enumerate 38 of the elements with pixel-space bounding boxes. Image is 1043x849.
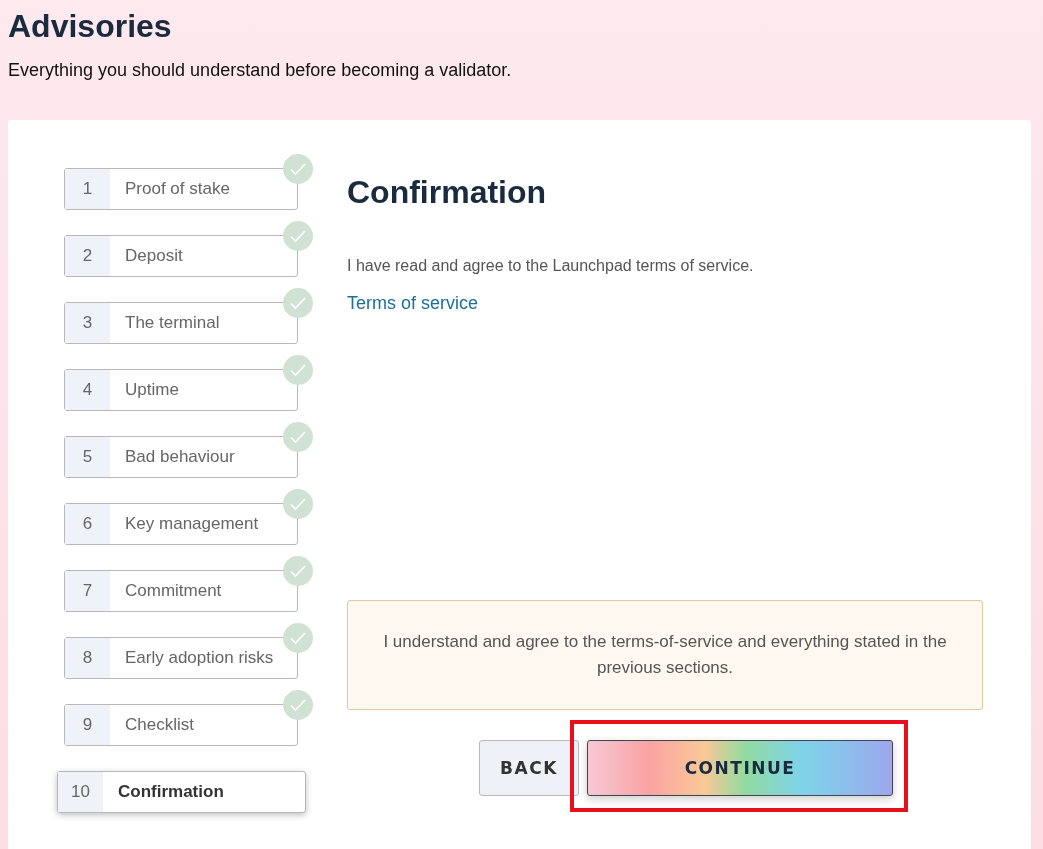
step-label: Uptime	[124, 380, 179, 400]
step-number: 7	[65, 571, 110, 611]
terms-link[interactable]: Terms of service	[347, 293, 479, 314]
step-label: The terminal	[124, 313, 220, 333]
step-label: Confirmation	[117, 782, 224, 802]
step-item[interactable]: 6 Key management	[64, 503, 298, 545]
step-number: 5	[65, 437, 110, 477]
step-label: Early adoption risks	[124, 648, 274, 668]
agreement-text: I understand and agree to the terms-of-service and everything stated in the previous sections.	[382, 631, 948, 679]
step-item[interactable]: 9 Checklist	[64, 704, 298, 746]
step-number: 9	[65, 705, 110, 745]
step-label: Checklist	[124, 715, 194, 735]
step-item[interactable]: 5 Bad behaviour	[64, 436, 298, 478]
terms-statement: I have read and agree to the Launchpad terms of service.	[347, 257, 755, 275]
step-item[interactable]: 7 Commitment	[64, 570, 298, 612]
step-number: 10	[58, 772, 103, 812]
step-number: 4	[65, 370, 110, 410]
continue-button[interactable]: CONTINUE	[587, 740, 893, 796]
section-title: Confirmation	[347, 174, 548, 211]
page-subtitle: Everything you should understand before becoming a validator.	[8, 60, 512, 81]
step-number: 3	[65, 303, 110, 343]
step-item[interactable]: 3 The terminal	[64, 302, 298, 344]
step-number: 2	[65, 236, 110, 276]
step-label: Deposit	[124, 246, 183, 266]
step-item[interactable]: 2 Deposit	[64, 235, 298, 277]
step-label: Commitment	[124, 581, 222, 601]
step-label: Key management	[124, 514, 259, 534]
back-button[interactable]: BACK	[479, 740, 579, 796]
step-number: 1	[65, 169, 110, 209]
step-number: 8	[65, 638, 110, 678]
step-item[interactable]: 10 Confirmation	[57, 771, 306, 813]
step-label: Proof of stake	[124, 179, 230, 199]
step-item[interactable]: 4 Uptime	[64, 369, 298, 411]
page-title: Advisories	[8, 7, 173, 46]
step-item[interactable]: 8 Early adoption risks	[64, 637, 298, 679]
step-item[interactable]: 1 Proof of stake	[64, 168, 298, 210]
step-label: Bad behaviour	[124, 447, 235, 467]
step-number: 6	[65, 504, 110, 544]
